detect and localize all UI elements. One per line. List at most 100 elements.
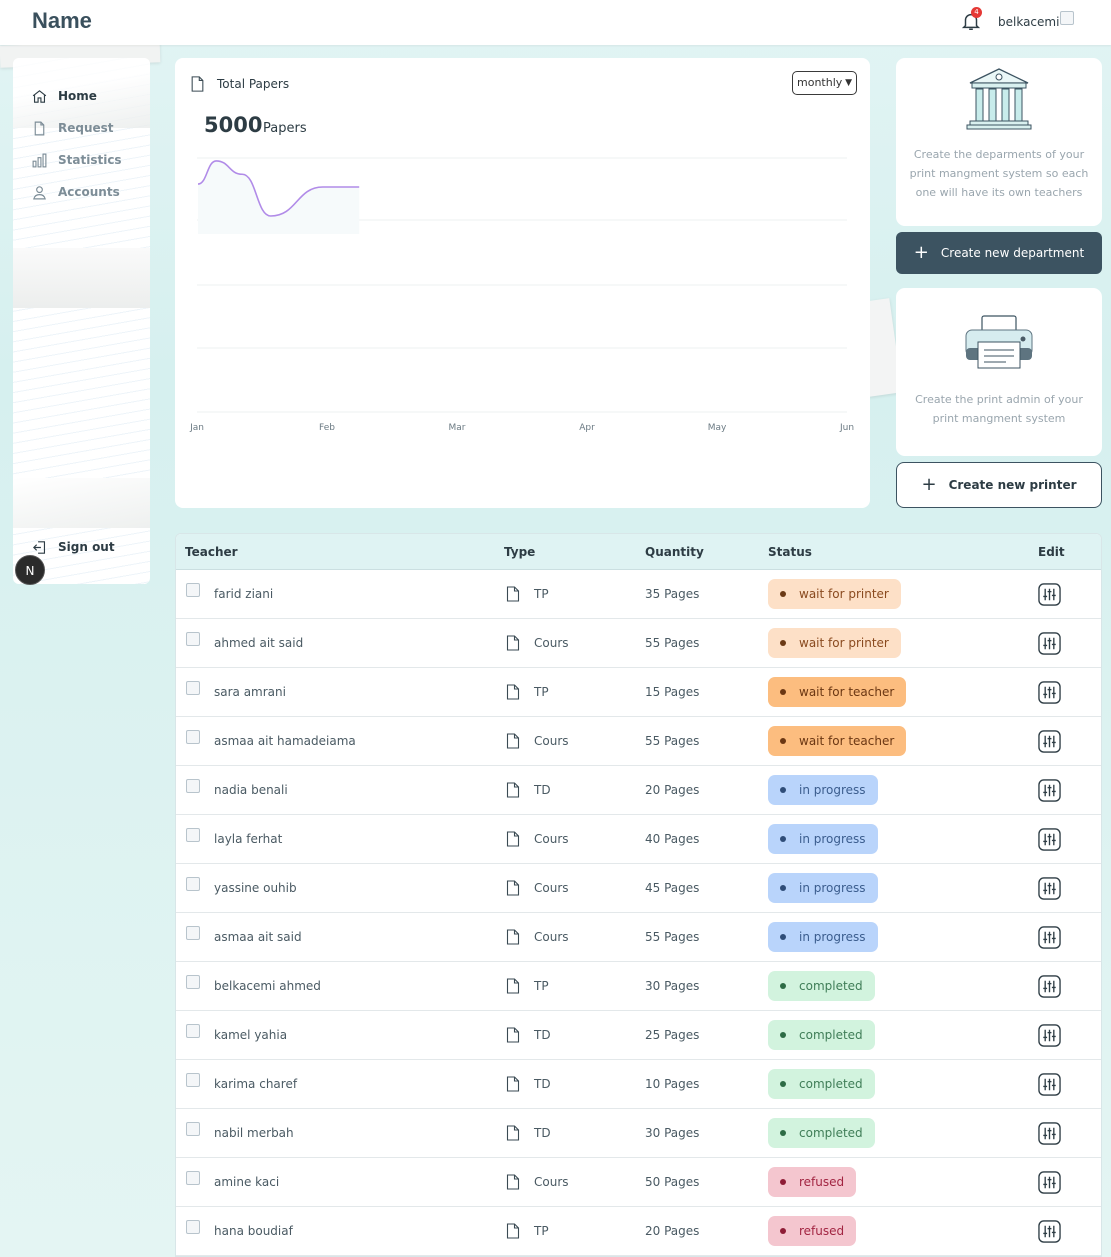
department-card: Create the deparments of your print mang…	[896, 58, 1102, 226]
edit-settings-icon[interactable]	[1038, 632, 1061, 655]
file-icon	[506, 1076, 520, 1092]
file-icon	[506, 782, 520, 798]
paper-quantity: 25 Pages	[645, 1028, 700, 1042]
paper-type: Cours	[534, 1175, 569, 1189]
paper-type: Cours	[534, 734, 569, 748]
table-row[interactable]: farid ziani TP 35 Pages wait for printer	[176, 570, 1101, 619]
teacher-name: kamel yahia	[214, 1028, 288, 1042]
status-badge: in progress	[768, 873, 878, 903]
table-row[interactable]: nabil merbah TD 30 Pages completed	[176, 1109, 1101, 1158]
paper-quantity: 20 Pages	[645, 1224, 700, 1238]
bank-building-icon	[966, 68, 1032, 130]
status-badge: in progress	[768, 775, 878, 805]
paper-type: TD	[534, 1126, 551, 1140]
file-icon	[506, 1174, 520, 1190]
status-badge: wait for teacher	[768, 726, 907, 756]
edit-settings-icon[interactable]	[1038, 1171, 1061, 1194]
status-badge: refused	[768, 1167, 857, 1197]
file-icon	[506, 1223, 520, 1239]
create-department-button[interactable]: + Create new department	[896, 232, 1102, 274]
teacher-avatar	[186, 877, 200, 891]
sidebar-item-statistics[interactable]: Statistics	[31, 150, 122, 170]
teacher-avatar	[186, 681, 200, 695]
plus-icon: +	[921, 474, 937, 495]
sidebar: Home Request Statistics Accounts Sign ou…	[13, 58, 150, 584]
paper-quantity: 20 Pages	[645, 783, 700, 797]
table-row[interactable]: layla ferhat Cours 40 Pages in progress	[176, 815, 1101, 864]
teacher-avatar	[186, 926, 200, 940]
teacher-avatar	[186, 779, 200, 793]
file-icon	[506, 880, 520, 896]
teacher-avatar	[186, 828, 200, 842]
paper-quantity: 40 Pages	[645, 832, 700, 846]
edit-settings-icon[interactable]	[1038, 975, 1061, 998]
sign-out-button[interactable]: Sign out	[31, 537, 115, 557]
teacher-name: farid ziani	[214, 587, 274, 601]
edit-settings-icon[interactable]	[1038, 730, 1061, 753]
paper-type: Cours	[534, 930, 569, 944]
teacher-name: layla ferhat	[214, 832, 283, 846]
table-row[interactable]: hana boudiaf TP 20 Pages refused	[176, 1207, 1101, 1256]
table-row[interactable]: ahmed ait said Cours 55 Pages wait for prin…	[176, 619, 1101, 668]
printer-icon	[965, 315, 1033, 369]
table-row[interactable]: sara amrani TP 15 Pages wait for teacher	[176, 668, 1101, 717]
table-row[interactable]: yassine ouhib Cours 45 Pages in progress	[176, 864, 1101, 913]
teacher-name: ahmed ait said	[214, 636, 304, 650]
edit-settings-icon[interactable]	[1038, 1220, 1061, 1243]
plus-icon: +	[913, 242, 929, 263]
file-icon	[506, 586, 520, 602]
paper-type: Cours	[534, 881, 569, 895]
teacher-name: nabil merbah	[214, 1126, 294, 1140]
table-row[interactable]: asmaa ait said Cours 55 Pages in progress	[176, 913, 1101, 962]
table-row[interactable]: amine kaci Cours 50 Pages refused	[176, 1158, 1101, 1207]
teacher-name: karima charef	[214, 1077, 298, 1091]
x-tick-label: Feb	[319, 423, 335, 433]
notification-badge: 4	[971, 7, 982, 18]
status-badge: completed	[768, 1069, 875, 1099]
table-row[interactable]: asmaa ait hamadeiama Cours 55 Pages wait fo…	[176, 717, 1101, 766]
status-badge: wait for teacher	[768, 677, 907, 707]
status-badge: completed	[768, 1020, 875, 1050]
create-printer-label: Create new printer	[948, 478, 1077, 492]
paper-quantity: 30 Pages	[645, 979, 700, 993]
sidebar-item-request[interactable]: Request	[31, 118, 114, 138]
edit-settings-icon[interactable]	[1038, 583, 1061, 606]
paper-quantity: 55 Pages	[645, 734, 700, 748]
teacher-name: hana boudiaf	[214, 1224, 293, 1238]
paper-type: TD	[534, 1077, 551, 1091]
edit-settings-icon[interactable]	[1038, 681, 1061, 704]
table-row[interactable]: belkacemi ahmed TP 30 Pages completed	[176, 962, 1101, 1011]
x-tick-label: May	[708, 423, 727, 433]
table-row[interactable]: kamel yahia TD 25 Pages completed	[176, 1011, 1101, 1060]
edit-settings-icon[interactable]	[1038, 779, 1061, 802]
sidebar-paper-texture	[13, 248, 150, 308]
table-row[interactable]: nadia benali TD 20 Pages in progress	[176, 766, 1101, 815]
paper-quantity: 45 Pages	[645, 881, 700, 895]
x-tick-label: Jun	[839, 423, 854, 433]
total-papers-card: Total Papers monthly ▼ 5000 Papers Jan Fe…	[175, 58, 870, 508]
teacher-avatar	[186, 1073, 200, 1087]
paper-quantity: 10 Pages	[645, 1077, 700, 1091]
avatar[interactable]	[1060, 11, 1074, 25]
sidebar-item-home[interactable]: Home	[31, 86, 97, 106]
username[interactable]: belkacemi	[998, 15, 1059, 29]
file-icon	[506, 1125, 520, 1141]
edit-settings-icon[interactable]	[1038, 1024, 1061, 1047]
sidebar-item-accounts[interactable]: Accounts	[31, 182, 120, 202]
edit-settings-icon[interactable]	[1038, 926, 1061, 949]
printer-card: Create the print admin of your print man…	[896, 288, 1102, 456]
teacher-name: asmaa ait hamadeiama	[214, 734, 356, 748]
table-row[interactable]: karima charef TD 10 Pages completed	[176, 1060, 1101, 1109]
edit-settings-icon[interactable]	[1038, 828, 1061, 851]
teacher-avatar	[186, 583, 200, 597]
framework-badge[interactable]: N	[15, 555, 45, 585]
edit-settings-icon[interactable]	[1038, 1122, 1061, 1145]
file-icon	[506, 831, 520, 847]
paper-type: Cours	[534, 832, 569, 846]
edit-settings-icon[interactable]	[1038, 877, 1061, 900]
create-printer-button[interactable]: + Create new printer	[896, 462, 1102, 508]
paper-quantity: 55 Pages	[645, 636, 700, 650]
edit-settings-icon[interactable]	[1038, 1073, 1061, 1096]
sidebar-item-label: Statistics	[58, 153, 122, 167]
paper-quantity: 35 Pages	[645, 587, 700, 601]
